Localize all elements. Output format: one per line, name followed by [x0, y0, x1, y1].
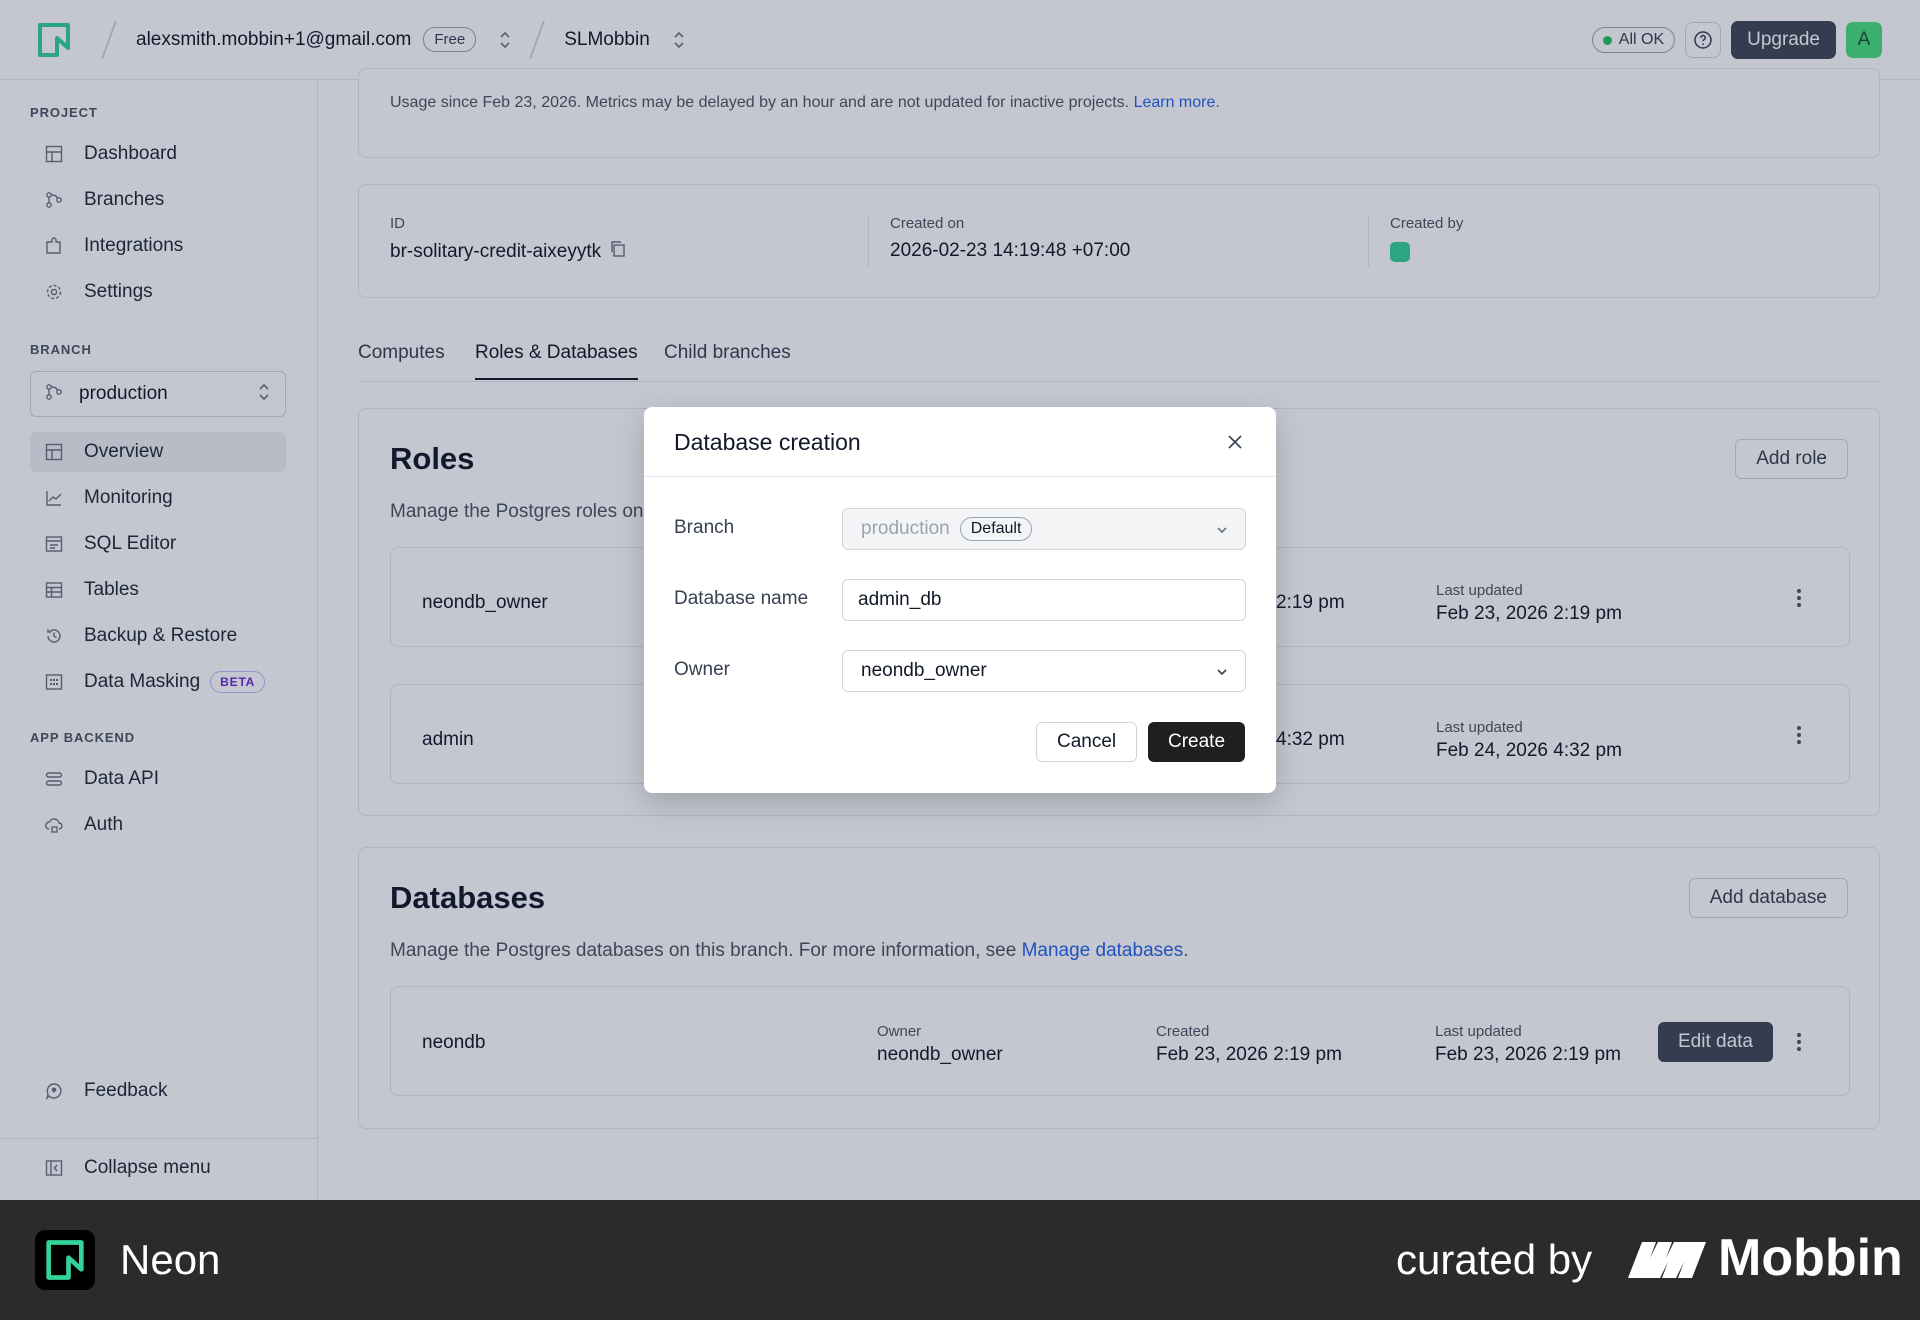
create-button[interactable]: Create — [1148, 722, 1246, 762]
database-name-value: admin_db — [858, 589, 942, 610]
database-name-input[interactable]: admin_db — [842, 579, 1246, 621]
cancel-button[interactable]: Cancel — [1036, 722, 1138, 762]
mobbin-logo-icon — [1626, 1238, 1708, 1287]
branch-select: production Default — [842, 508, 1246, 550]
dialog-title: Database creation — [674, 429, 861, 455]
close-icon[interactable] — [1224, 431, 1246, 453]
database-name-label: Database name — [674, 588, 809, 609]
neon-app-logo — [35, 1230, 95, 1290]
mobbin-wordmark: Mobbin — [1718, 1229, 1903, 1287]
owner-select-value: neondb_owner — [861, 660, 987, 681]
chevron-down-icon — [1215, 665, 1229, 684]
default-badge: Default — [959, 517, 1033, 541]
dialog-header: Database creation — [644, 407, 1276, 477]
brand-footer: Neon curated by Mobbin — [0, 1200, 1920, 1320]
owner-select[interactable]: neondb_owner — [842, 650, 1246, 692]
owner-field-label: Owner — [674, 659, 730, 680]
chevron-down-icon — [1215, 523, 1229, 542]
branch-field-label: Branch — [674, 517, 735, 538]
branch-select-value: production — [861, 518, 950, 539]
app-name: Neon — [120, 1236, 221, 1283]
database-creation-dialog: Database creation Branch production Defa… — [644, 407, 1276, 793]
curated-by-text: curated by — [1396, 1236, 1593, 1283]
